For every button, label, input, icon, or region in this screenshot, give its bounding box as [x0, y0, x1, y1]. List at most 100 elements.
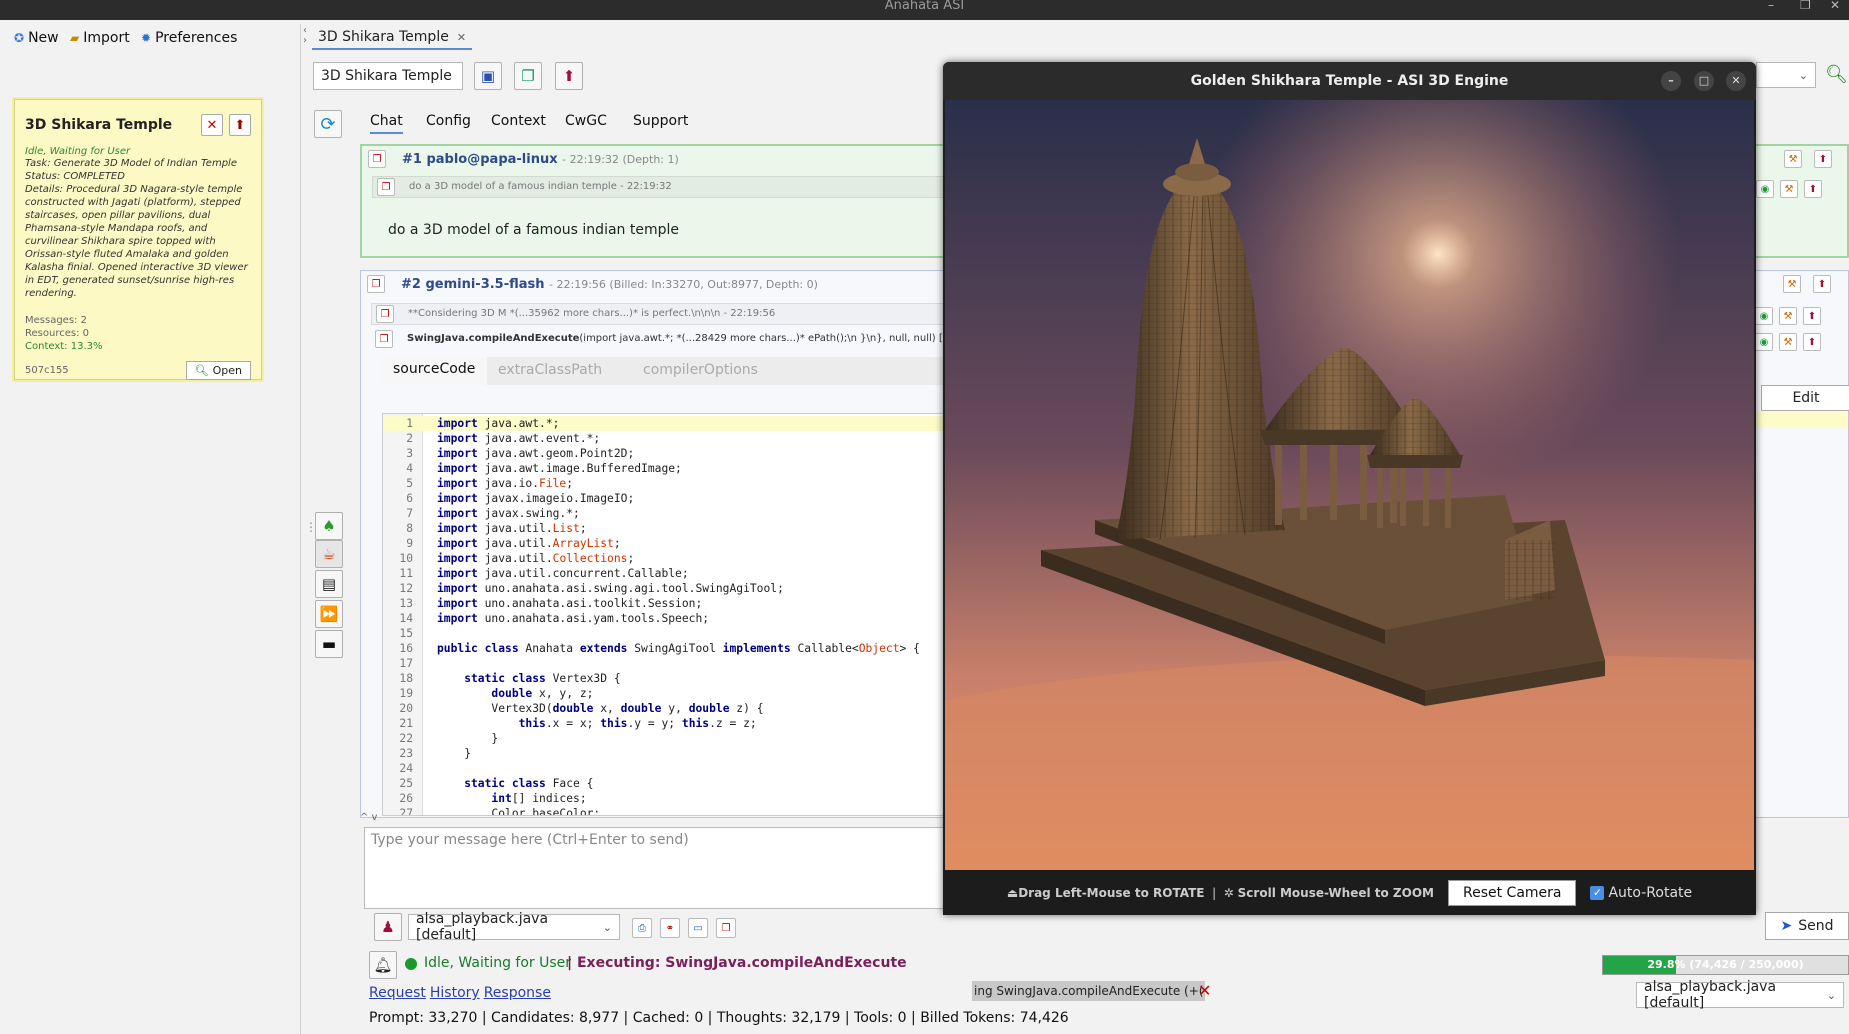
- visible-icon[interactable]: ◉: [1755, 333, 1773, 351]
- code-line: 4 import java.awt.image.BufferedImage;: [383, 461, 943, 476]
- message-1-header: #1 pablo@papa-linux - 22:19:32 (Depth: 1…: [402, 152, 679, 167]
- tab-support[interactable]: Support: [633, 113, 688, 129]
- visible-icon[interactable]: ◉: [1756, 180, 1774, 198]
- refresh-icon[interactable]: ⟳: [314, 110, 342, 138]
- code-line: 20 Vertex3D(double x, double y, double z…: [383, 701, 943, 716]
- delete-session-button[interactable]: ⬆: [229, 114, 251, 136]
- code-line: 19 double x, y, z;: [383, 686, 943, 701]
- viewer-window[interactable]: Golden Shikhara Temple - ASI 3D Engine –…: [943, 62, 1756, 915]
- request-link[interactable]: Request: [369, 985, 426, 1001]
- screen-icon[interactable]: ▭: [688, 918, 708, 938]
- code-line: 17: [383, 656, 943, 671]
- tab-session-label: 3D Shikara Temple: [318, 29, 449, 45]
- bell-icon[interactable]: 🔔︎: [369, 951, 397, 979]
- checkbox-checked-icon[interactable]: ✓: [1590, 885, 1605, 900]
- preferences-menu-item[interactable]: ✹ Preferences: [141, 28, 237, 48]
- minimize-icon[interactable]: –: [1768, 0, 1774, 11]
- model-select[interactable]: ⌄: [1756, 62, 1816, 88]
- code-line: 11 import java.util.concurrent.Callable;: [383, 566, 943, 581]
- delete-message-icon[interactable]: ⬆: [1814, 150, 1832, 168]
- viewer-maximize-icon[interactable]: □: [1694, 71, 1714, 91]
- pin-icon[interactable]: ⚒: [1783, 275, 1801, 293]
- pin-part-icon[interactable]: ⚒: [1780, 180, 1798, 198]
- code-line: 21 this.x = x; this.y = y; this.z = z;: [383, 716, 943, 731]
- delete-part-icon[interactable]: ⬆: [1803, 333, 1821, 351]
- attach-icon[interactable]: ⎙: [632, 918, 652, 938]
- tab-compiler-options[interactable]: compilerOptions: [643, 362, 758, 378]
- preferences-label: Preferences: [155, 30, 238, 46]
- pin-icon[interactable]: ⚒: [1784, 150, 1802, 168]
- scroll-arrows-icon[interactable]: ^ v: [360, 812, 377, 823]
- java-icon[interactable]: ☕: [315, 540, 343, 568]
- cancel-icon[interactable]: ✕: [1198, 981, 1211, 1000]
- viewer-close-icon[interactable]: ✕: [1726, 71, 1746, 91]
- close-icon[interactable]: ✕: [1830, 0, 1840, 11]
- collapse-chevrons-icon[interactable]: ‹ ›: [303, 26, 307, 46]
- monitor-icon[interactable]: ▬: [315, 630, 343, 658]
- tab-source-code[interactable]: sourceCode: [381, 357, 488, 385]
- source-code-editor[interactable]: 1 import java.awt.*; 2 import java.awt.even…: [382, 413, 944, 816]
- code-line: 16 public class Anahata extends SwingAgiT…: [383, 641, 943, 656]
- open-session-button[interactable]: 🔍︎ Open: [185, 361, 251, 380]
- copy-icon[interactable]: ❐: [514, 62, 542, 90]
- bottom-audio-select[interactable]: alsa_playback.java [default] ⌄: [1636, 979, 1844, 1011]
- viewer-title: Golden Shikhara Temple - ASI 3D Engine: [1190, 73, 1509, 89]
- audio-device-select[interactable]: alsa_playback.java [default] ⌄: [408, 911, 620, 943]
- line-number: 3: [406, 447, 413, 460]
- tool-chip[interactable]: ing SwingJava.compileAndExecute (+(: [972, 981, 1206, 1001]
- delete-part-icon[interactable]: ⬆: [1803, 307, 1821, 325]
- tab-cwgc[interactable]: CwGC: [565, 113, 607, 129]
- session-id: 507c155: [25, 365, 69, 376]
- pin-part-icon[interactable]: ⚒: [1779, 333, 1797, 351]
- message-input[interactable]: Type your message here (Ctrl+Enter to se…: [364, 827, 944, 909]
- history-link[interactable]: History: [430, 985, 480, 1001]
- tab-config[interactable]: Config: [426, 113, 471, 129]
- edit-button[interactable]: Edit: [1761, 385, 1849, 411]
- search-icon[interactable]: 🔍︎: [1825, 64, 1848, 85]
- auto-rotate-checkbox[interactable]: ✓ Auto-Rotate: [1590, 885, 1692, 901]
- close-session-button[interactable]: ✕: [201, 114, 223, 136]
- trash-icon[interactable]: ⬆: [555, 62, 583, 90]
- line-number: 4: [406, 462, 413, 475]
- close-tab-icon[interactable]: ✕: [457, 31, 466, 44]
- response-link[interactable]: Response: [484, 985, 551, 1001]
- new-icon: ✪: [14, 31, 25, 45]
- new-menu-item[interactable]: ✪ New: [14, 28, 59, 48]
- mouse-icon: ⏏︎: [1006, 885, 1019, 900]
- viewer-title-bar[interactable]: Golden Shikhara Temple - ASI 3D Engine –…: [943, 62, 1756, 100]
- copy-part-icon[interactable]: ❐: [375, 330, 393, 348]
- tab-extra-class-path[interactable]: extraClassPath: [498, 362, 602, 378]
- copy-message-icon[interactable]: ❐: [367, 275, 385, 293]
- splitter[interactable]: [300, 24, 301, 1034]
- forward-icon[interactable]: ⏩: [315, 600, 343, 628]
- link-icon[interactable]: ⚭: [660, 918, 680, 938]
- line-number: 27: [399, 807, 413, 816]
- copy-part-icon[interactable]: ❐: [376, 305, 394, 323]
- leaf-icon[interactable]: ♠: [315, 512, 343, 540]
- send-button[interactable]: ➤ Send: [1765, 912, 1849, 940]
- tab-session[interactable]: 3D Shikara Temple ✕: [312, 26, 473, 50]
- delete-message-icon[interactable]: ⬆: [1813, 275, 1831, 293]
- session-name-field[interactable]: 3D Shikara Temple: [313, 62, 463, 90]
- viewer-minimize-icon[interactable]: –: [1661, 71, 1681, 91]
- terminal-icon[interactable]: ▤: [315, 570, 343, 598]
- copy-message-icon[interactable]: ❐: [368, 150, 386, 168]
- maximize-icon[interactable]: ❐: [1800, 0, 1811, 11]
- windows-icon[interactable]: ❐: [716, 918, 736, 938]
- tab-chat[interactable]: Chat: [370, 113, 403, 134]
- session-card[interactable]: 3D Shikara Temple ✕ ⬆ Idle, Waiting for …: [14, 99, 262, 380]
- code-line: 15: [383, 626, 943, 641]
- temple-3d-render[interactable]: [945, 100, 1754, 870]
- microphone-icon[interactable]: ♟: [374, 913, 402, 941]
- delete-part-icon[interactable]: ⬆: [1804, 180, 1822, 198]
- pin-part-icon[interactable]: ⚒: [1779, 307, 1797, 325]
- status-executing: | Executing: SwingJava.compileAndExecute: [567, 955, 907, 971]
- copy-part-icon[interactable]: ❐: [377, 178, 395, 196]
- import-menu-item[interactable]: ▰ Import: [70, 28, 130, 48]
- visible-icon[interactable]: ◉: [1755, 307, 1773, 325]
- tab-context[interactable]: Context: [491, 113, 546, 129]
- folder-icon: ▰: [70, 31, 80, 45]
- save-icon[interactable]: ▣: [474, 62, 502, 90]
- code-line: 25 static class Face {: [383, 776, 943, 791]
- reset-camera-button[interactable]: Reset Camera: [1447, 879, 1577, 906]
